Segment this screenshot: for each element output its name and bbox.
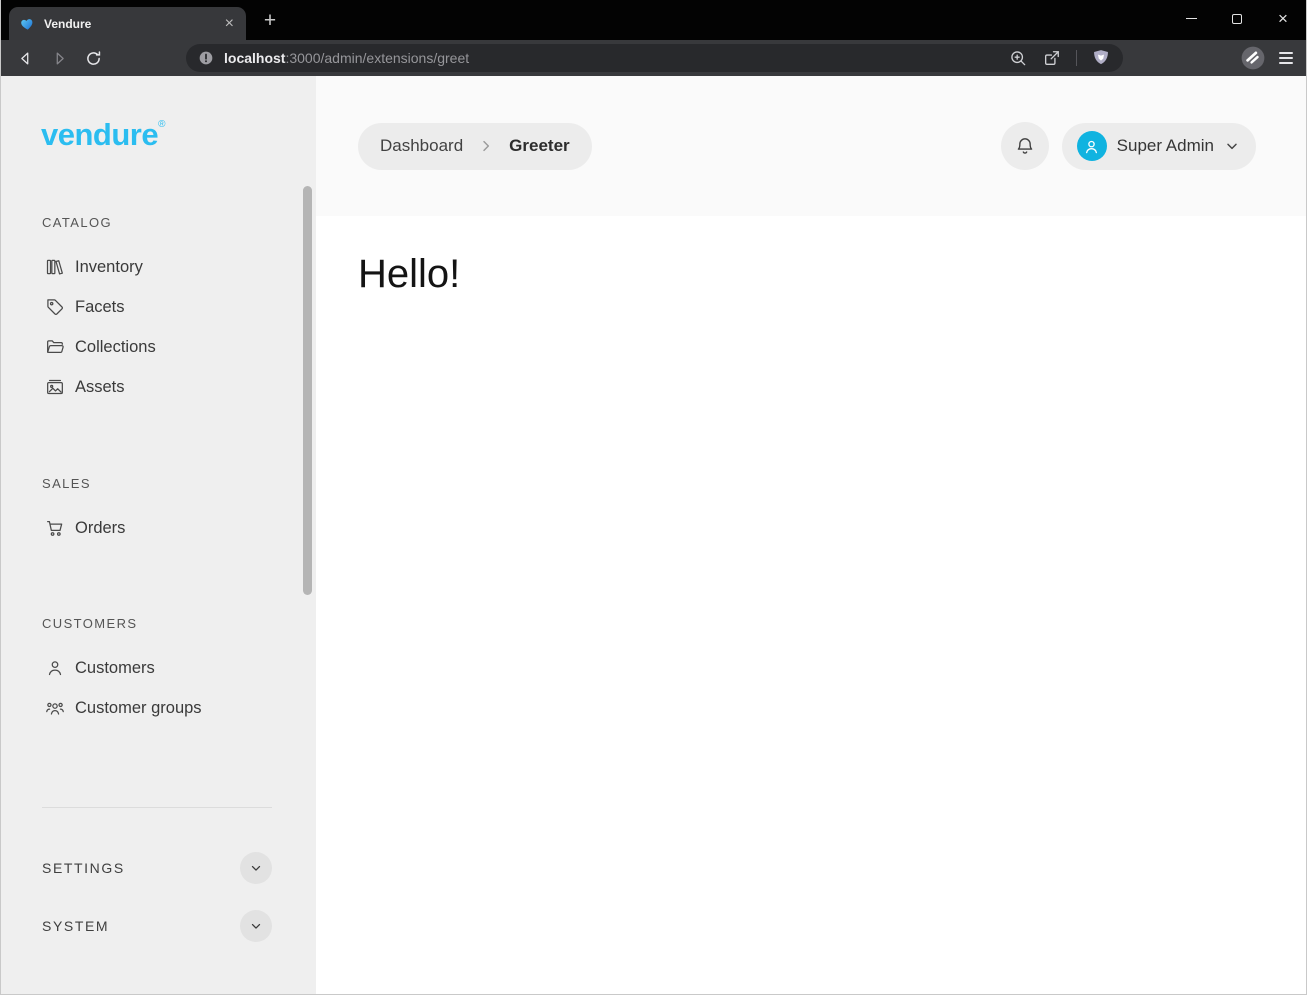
tab-title: Vendure: [44, 17, 223, 31]
assets-icon: [45, 377, 65, 397]
catalog-nav-list: Inventory Facets Collections Assets: [1, 247, 316, 407]
back-icon: [16, 49, 35, 68]
bell-icon: [1014, 135, 1036, 157]
sidebar-item-system[interactable]: SYSTEM: [42, 902, 272, 950]
share-icon[interactable]: [1042, 48, 1062, 68]
breadcrumb-current: Greeter: [509, 136, 569, 156]
sidebar-item-facets[interactable]: Facets: [1, 287, 316, 327]
customers-nav-list: Customers Customer groups: [1, 648, 316, 728]
url-text: localhost:3000/admin/extensions/greet: [224, 50, 469, 66]
url-path: :3000/admin/extensions/greet: [285, 50, 469, 66]
profile-avatar-icon[interactable]: [1240, 45, 1266, 71]
sidebar-scrollbar-thumb[interactable]: [303, 186, 312, 595]
inventory-icon: [45, 257, 65, 277]
greeting-heading: Hello!: [358, 252, 1306, 297]
site-info-icon[interactable]: [198, 50, 214, 66]
browser-menu-button[interactable]: [1275, 48, 1297, 68]
window-close-button[interactable]: ×: [1260, 0, 1306, 37]
vendure-favicon-heart-icon: [19, 16, 35, 32]
sidebar-section-sales: SALES: [42, 476, 316, 491]
user-avatar: [1077, 131, 1107, 161]
chevron-down-icon: [1224, 138, 1240, 154]
browser-window: Vendure × + × localhost:3000/admin/exten…: [0, 0, 1307, 995]
customers-icon: [45, 658, 65, 678]
sidebar: vendure® CATALOG Inventory Facets Collec…: [1, 76, 316, 994]
chevron-down-icon: [249, 861, 263, 875]
sidebar-item-customers[interactable]: Customers: [1, 648, 316, 688]
address-bar[interactable]: localhost:3000/admin/extensions/greet: [186, 44, 1123, 72]
chevron-right-icon: [478, 138, 494, 154]
url-host: localhost: [224, 50, 285, 66]
sidebar-item-customer-groups[interactable]: Customer groups: [1, 688, 316, 728]
toolbar-divider: [1076, 50, 1077, 66]
customer-groups-icon: [45, 698, 65, 718]
sidebar-section-catalog: CATALOG: [42, 215, 316, 230]
forward-icon: [50, 49, 69, 68]
new-tab-button[interactable]: +: [258, 10, 282, 34]
brave-shield-icon[interactable]: [1091, 48, 1111, 68]
main-header: Dashboard Greeter Super Admin: [316, 76, 1306, 216]
maximize-icon: [1232, 14, 1242, 24]
sidebar-item-collections[interactable]: Collections: [1, 327, 316, 367]
sidebar-item-assets[interactable]: Assets: [1, 367, 316, 407]
main-area: Dashboard Greeter Super Admin: [316, 76, 1306, 994]
user-icon: [1082, 137, 1101, 156]
chevron-down-icon: [249, 919, 263, 933]
browser-toolbar: localhost:3000/admin/extensions/greet: [1, 40, 1306, 76]
sales-nav-list: Orders: [1, 508, 316, 548]
vendure-logo[interactable]: vendure®: [41, 117, 316, 153]
breadcrumb: Dashboard Greeter: [358, 123, 592, 170]
tab-close-icon[interactable]: ×: [223, 16, 236, 32]
minimize-icon: [1186, 18, 1197, 19]
notifications-button[interactable]: [1001, 122, 1049, 170]
facets-icon: [45, 297, 65, 317]
orders-icon: [45, 518, 65, 538]
breadcrumb-dashboard-link[interactable]: Dashboard: [380, 136, 463, 156]
sidebar-item-settings[interactable]: SETTINGS: [42, 844, 272, 892]
window-minimize-button[interactable]: [1168, 0, 1214, 37]
sidebar-item-orders[interactable]: Orders: [1, 508, 316, 548]
hamburger-icon: [1279, 52, 1293, 54]
browser-tab[interactable]: Vendure ×: [9, 7, 246, 40]
user-name: Super Admin: [1117, 136, 1214, 156]
settings-expand-button[interactable]: [240, 852, 272, 884]
browser-titlebar: Vendure × + ×: [1, 0, 1306, 40]
back-button[interactable]: [12, 45, 38, 71]
reload-button[interactable]: [80, 45, 106, 71]
collections-icon: [45, 337, 65, 357]
header-actions: Super Admin: [1001, 122, 1256, 170]
trademark-symbol: ®: [158, 119, 165, 130]
page-content: Hello!: [316, 216, 1306, 297]
zoom-icon[interactable]: [1008, 48, 1028, 68]
forward-button[interactable]: [46, 45, 72, 71]
sidebar-item-inventory[interactable]: Inventory: [1, 247, 316, 287]
system-expand-button[interactable]: [240, 910, 272, 942]
user-menu-button[interactable]: Super Admin: [1062, 123, 1256, 170]
sidebar-divider: [42, 807, 272, 808]
vendure-admin-page: vendure® CATALOG Inventory Facets Collec…: [1, 76, 1306, 994]
reload-icon: [84, 49, 103, 68]
sidebar-section-customers: CUSTOMERS: [42, 616, 316, 631]
window-maximize-button[interactable]: [1214, 0, 1260, 37]
window-controls: ×: [1168, 0, 1306, 37]
